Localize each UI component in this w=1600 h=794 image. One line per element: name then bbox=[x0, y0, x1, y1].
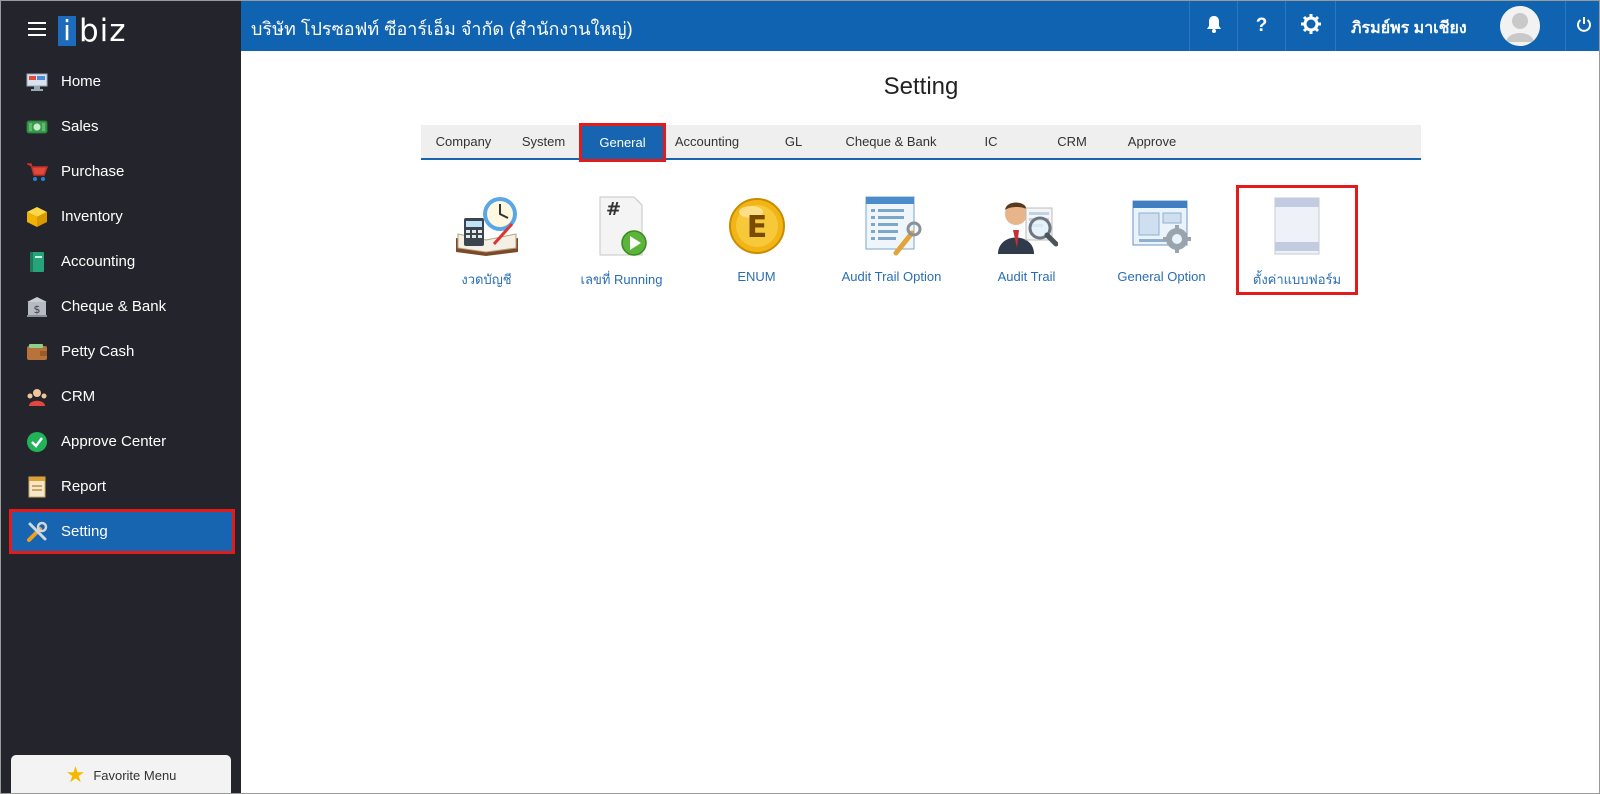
form-setting-icon bbox=[1262, 191, 1332, 261]
sidebar-item-purchase[interactable]: Purchase bbox=[1, 149, 241, 194]
cart-icon bbox=[26, 161, 48, 183]
sidebar-item-label: Home bbox=[61, 73, 102, 90]
tile-enum[interactable]: E ENUM bbox=[689, 185, 824, 295]
notification-button[interactable] bbox=[1189, 1, 1237, 51]
sidebar-item-label: Petty Cash bbox=[61, 343, 135, 360]
logout-button[interactable] bbox=[1565, 1, 1599, 51]
app-window: i biz Home Sales Purchase Inventory Acco… bbox=[0, 0, 1600, 794]
sidebar: i biz Home Sales Purchase Inventory Acco… bbox=[1, 1, 241, 793]
tab-system[interactable]: System bbox=[506, 125, 581, 158]
tools-icon bbox=[26, 521, 48, 543]
tile-running-number[interactable]: # เลขที่ Running bbox=[554, 185, 689, 295]
window-gear-icon bbox=[1127, 191, 1197, 261]
sidebar-item-crm[interactable]: CRM bbox=[1, 374, 241, 419]
top-bar: บริษัท โปรซอฟท์ ซีอาร์เอ็ม จำกัด (สำนักง… bbox=[241, 1, 1599, 51]
tile-label: Audit Trail bbox=[997, 269, 1056, 284]
sidebar-item-label: Cheque & Bank bbox=[61, 298, 167, 315]
sidebar-item-label: CRM bbox=[61, 388, 96, 405]
report-icon bbox=[26, 476, 48, 498]
tile-label: ENUM bbox=[737, 269, 776, 284]
settings-button[interactable] bbox=[1285, 1, 1335, 51]
svg-text:$: $ bbox=[34, 303, 41, 316]
ibiz-logo[interactable]: i biz bbox=[58, 13, 127, 49]
running-number-icon: # bbox=[587, 191, 657, 261]
tile-label: Audit Trail Option bbox=[841, 269, 942, 284]
favorite-menu-label: Favorite Menu bbox=[93, 767, 177, 783]
wallet-icon bbox=[26, 341, 48, 363]
brand-area: i biz bbox=[1, 1, 241, 60]
tile-label: เลขที่ Running bbox=[580, 272, 663, 287]
home-monitor-icon bbox=[26, 71, 48, 93]
power-icon bbox=[1576, 16, 1592, 37]
sidebar-item-inventory[interactable]: Inventory bbox=[1, 194, 241, 239]
general-settings-tiles: งวดบัญชี # เลขที่ Running E ENUM Audit T… bbox=[419, 185, 1358, 295]
sidebar-item-cheque-bank[interactable]: $ Cheque & Bank bbox=[1, 284, 241, 329]
sidebar-item-label: Setting bbox=[61, 523, 108, 540]
sidebar-item-label: Approve Center bbox=[61, 433, 167, 450]
tab-ic[interactable]: IC bbox=[945, 125, 1037, 158]
tile-accounting-period[interactable]: งวดบัญชี bbox=[419, 185, 554, 295]
cash-icon bbox=[26, 116, 48, 138]
hamburger-menu-icon[interactable] bbox=[28, 22, 46, 36]
sidebar-item-label: Inventory bbox=[61, 208, 123, 225]
sidebar-item-label: Sales bbox=[61, 118, 99, 135]
setting-tabs: Company System General Accounting GL Che… bbox=[421, 123, 1421, 162]
svg-text:#: # bbox=[606, 199, 621, 220]
tab-cheque-bank[interactable]: Cheque & Bank bbox=[837, 125, 945, 158]
sidebar-menu: Home Sales Purchase Inventory Accounting… bbox=[1, 59, 241, 554]
logo-letter: i bbox=[58, 16, 76, 46]
page-title: Setting bbox=[883, 73, 959, 100]
user-name[interactable]: ภิรมย์พร มาเชียง bbox=[1351, 16, 1467, 41]
bell-icon bbox=[1206, 15, 1222, 38]
sidebar-item-approve-center[interactable]: Approve Center bbox=[1, 419, 241, 464]
sidebar-item-setting[interactable]: Setting bbox=[9, 509, 235, 554]
sidebar-item-petty-cash[interactable]: Petty Cash bbox=[1, 329, 241, 374]
tab-crm[interactable]: CRM bbox=[1037, 125, 1107, 158]
tile-label: General Option bbox=[1117, 269, 1206, 284]
avatar[interactable] bbox=[1500, 6, 1540, 46]
sidebar-item-report[interactable]: Report bbox=[1, 464, 241, 509]
tile-form-setting[interactable]: ตั้งค่าแบบฟอร์ม bbox=[1236, 185, 1358, 295]
book-icon bbox=[26, 251, 48, 273]
sidebar-item-accounting[interactable]: Accounting bbox=[1, 239, 241, 284]
bank-icon: $ bbox=[26, 296, 48, 318]
tab-approve[interactable]: Approve bbox=[1107, 125, 1197, 158]
sidebar-item-label: Accounting bbox=[61, 253, 136, 270]
star-icon: ★ bbox=[65, 762, 86, 787]
audit-person-icon bbox=[992, 191, 1062, 261]
tab-gl[interactable]: GL bbox=[750, 125, 837, 158]
box-icon bbox=[26, 206, 48, 228]
sidebar-item-home[interactable]: Home bbox=[1, 59, 241, 104]
tile-general-option[interactable]: General Option bbox=[1094, 185, 1229, 295]
help-icon: ? bbox=[1255, 15, 1268, 36]
favorite-menu-button[interactable]: ★ Favorite Menu bbox=[11, 755, 231, 793]
sidebar-item-label: Report bbox=[61, 478, 107, 495]
enum-coin-icon: E bbox=[722, 191, 792, 261]
sidebar-item-label: Purchase bbox=[61, 163, 125, 180]
tab-general[interactable]: General bbox=[579, 123, 666, 162]
company-name: บริษัท โปรซอฟท์ ซีอาร์เอ็ม จำกัด (สำนักง… bbox=[251, 19, 633, 39]
help-button[interactable]: ? bbox=[1237, 1, 1285, 51]
sidebar-item-sales[interactable]: Sales bbox=[1, 104, 241, 149]
tile-label: งวดบัญชี bbox=[461, 272, 512, 287]
people-icon bbox=[26, 386, 48, 408]
tab-company[interactable]: Company bbox=[421, 125, 506, 158]
gear-icon bbox=[1300, 13, 1321, 39]
tile-audit-trail-option[interactable]: Audit Trail Option bbox=[824, 185, 959, 295]
logo-text: biz bbox=[79, 13, 127, 49]
check-circle-icon bbox=[26, 431, 48, 453]
audit-option-icon bbox=[857, 191, 927, 261]
calendar-book-icon bbox=[452, 191, 522, 261]
svg-text:E: E bbox=[746, 210, 767, 245]
tile-label: ตั้งค่าแบบฟอร์ม bbox=[1252, 272, 1342, 287]
tab-accounting[interactable]: Accounting bbox=[664, 125, 750, 158]
tile-audit-trail[interactable]: Audit Trail bbox=[959, 185, 1094, 295]
